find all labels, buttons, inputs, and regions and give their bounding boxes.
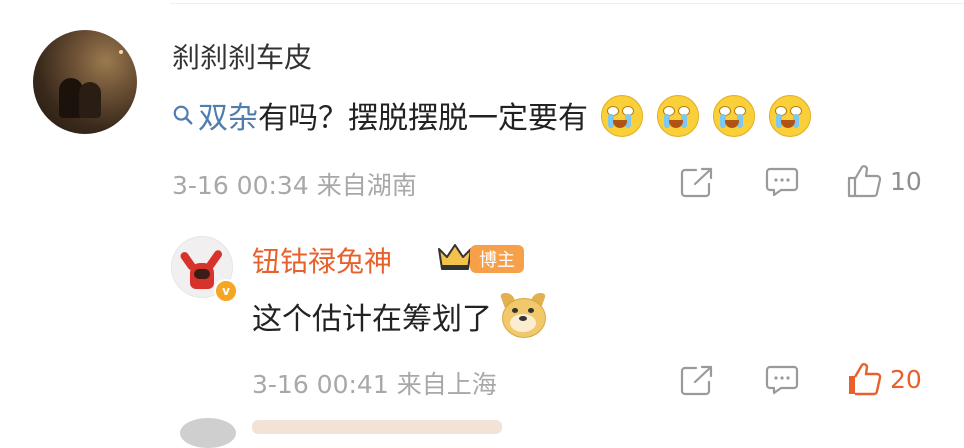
reply-meta: 3-16 00:41 来自上海 xyxy=(252,365,497,401)
author-badge: 博主 xyxy=(470,245,524,273)
share-icon xyxy=(680,167,713,198)
like-count: 10 xyxy=(890,166,922,196)
doge-emoji xyxy=(498,290,548,340)
comment-icon xyxy=(765,365,799,395)
tearful-face-emoji xyxy=(766,92,812,138)
share-icon xyxy=(680,365,713,396)
reply-share-button[interactable] xyxy=(680,364,716,396)
verified-badge-icon: v xyxy=(214,279,238,303)
reply-comment-button[interactable] xyxy=(764,364,800,396)
search-icon xyxy=(173,105,193,125)
thumbs-up-icon xyxy=(847,165,882,198)
comment-icon xyxy=(765,167,799,197)
reply-like-button[interactable]: 20 xyxy=(846,362,922,396)
topic-label[interactable]: 双杂 xyxy=(198,93,258,137)
comment-username[interactable]: 刹刹刹车皮 xyxy=(172,36,312,76)
tearful-face-emoji xyxy=(654,92,700,138)
comment-location: 来自湖南 xyxy=(316,171,417,200)
like-button[interactable]: 10 xyxy=(846,164,922,198)
avatar[interactable] xyxy=(33,30,137,134)
topic-link[interactable]: 双杂 xyxy=(172,93,258,137)
comment-meta: 3-16 00:34 来自湖南 xyxy=(172,166,417,202)
tearful-face-emoji xyxy=(598,92,644,138)
reply-username[interactable]: 钮钴禄兔神 xyxy=(252,240,392,280)
comment-button[interactable] xyxy=(764,166,800,198)
reply-body: 这个估计在筹划了 xyxy=(252,302,492,337)
thumbs-up-filled-icon xyxy=(849,363,882,396)
tearful-face-emoji xyxy=(710,92,756,138)
next-comment-avatar xyxy=(180,418,236,448)
reply-date: 3-16 00:41 xyxy=(252,370,389,399)
comment-text: 双杂 有吗？摆脱摆脱一定要有 xyxy=(172,92,812,138)
top-divider xyxy=(170,3,964,4)
reply-text: 这个估计在筹划了 xyxy=(252,290,548,340)
crown-icon xyxy=(438,244,472,270)
reply-like-count: 20 xyxy=(890,364,922,394)
share-button[interactable] xyxy=(680,166,716,198)
next-comment-preview xyxy=(252,420,502,434)
comment-body: 有吗？摆脱摆脱一定要有 xyxy=(258,101,588,136)
reply-location: 来自上海 xyxy=(396,370,497,399)
comment-date: 3-16 00:34 xyxy=(172,171,309,200)
